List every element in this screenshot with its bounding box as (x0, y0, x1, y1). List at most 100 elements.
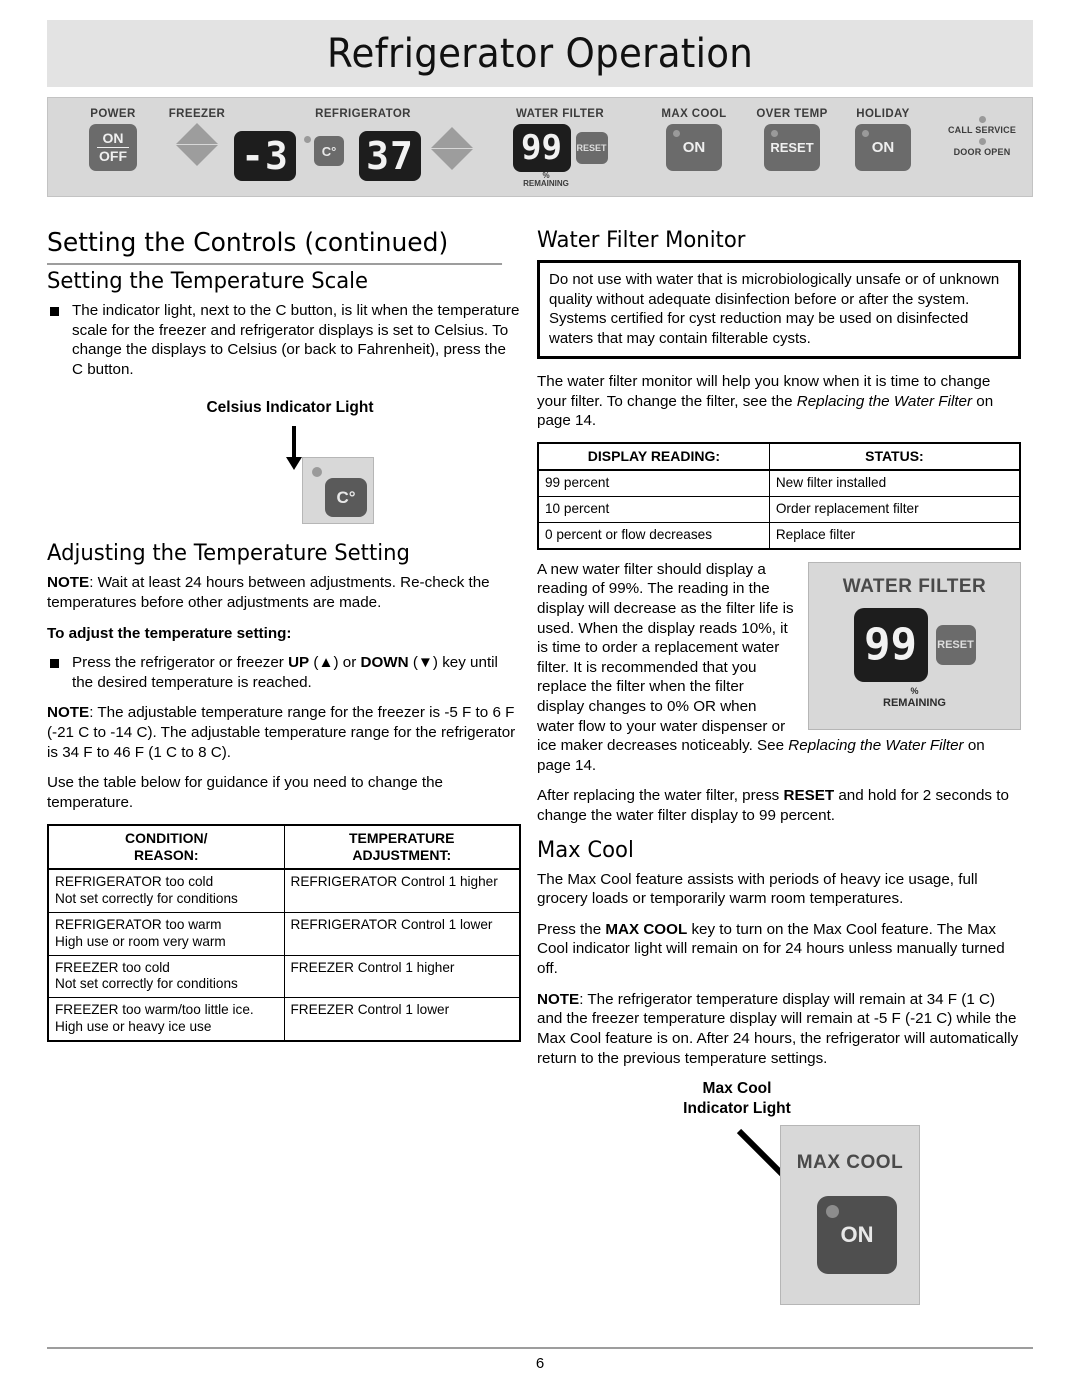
max-cool-label: MAX COOL (661, 108, 727, 120)
water-filter-remaining-text: REMAINING (523, 179, 569, 189)
panel-group-power: POWER ON OFF (70, 108, 156, 171)
refrigerator-arrow-keys (431, 127, 473, 170)
page-title: Refrigerator Operation (326, 30, 754, 77)
mc-figure-caption: Max Cool Indicator Light (637, 1079, 837, 1118)
panel-group-refrigerator-arrows (431, 127, 473, 170)
door-open-label: DOOR OPEN (953, 147, 1011, 157)
power-label: POWER (90, 108, 136, 120)
cell-condition: FREEZER too warm/too little ice. High us… (47, 997, 285, 1042)
condition-text: FREEZER too cold (55, 959, 170, 975)
page-number: 6 (535, 1355, 545, 1372)
over-temp-led-icon (771, 130, 778, 137)
note-text-1: : Wait at least 24 hours between adjustm… (47, 574, 490, 612)
bullet-press-key-text: Press the refrigerator or freezer UP (▲)… (72, 653, 521, 692)
water-filter-display: 99 (512, 124, 571, 172)
power-on-text: ON (102, 130, 124, 147)
bullet-pre-text: Press the refrigerator or freezer (72, 654, 289, 672)
header-condition-reason: CONDITION/ REASON: (47, 824, 285, 871)
table-header-row: CONDITION/ REASON: TEMPERATURE ADJUSTMEN… (47, 824, 521, 871)
freezer-arrow-keys (166, 123, 228, 166)
section-heading-setting-controls: Setting the Controls (continued) (47, 228, 503, 265)
celsius-figure-caption: Celsius Indicator Light (206, 399, 374, 417)
water-filter-reset-button[interactable]: RESET (575, 132, 608, 164)
water-filter-remaining-caption: % REMAINING (462, 171, 630, 189)
heading-max-cool: Max Cool (537, 837, 634, 863)
cell-status: Replace filter (768, 521, 1021, 550)
manual-page: Refrigerator Operation POWER ON OFF FREE… (0, 0, 1080, 1397)
bullet-press-up-down: Press the refrigerator or freezer UP (▲)… (47, 653, 521, 692)
refrigerator-up-arrow-icon[interactable] (431, 127, 473, 148)
paragraph-max-cool-intro: The Max Cool feature assists with period… (537, 870, 978, 908)
panel-group-refrigerator-label: REFRIGERATOR (298, 108, 428, 120)
condition-text: REFRIGERATOR too warm (55, 916, 222, 932)
panel-group-water-filter: WATER FILTER 99 RESET % REMAINING (490, 108, 630, 189)
panel-group-freezer-arrows: FREEZER (166, 108, 228, 166)
cell-status: New filter installed (768, 469, 1021, 498)
header-condition-line1: CONDITION/ (125, 829, 208, 846)
header-temperature-adjustment: TEMPERATURE ADJUSTMENT: (283, 824, 521, 871)
max-cool-button-text: ON (682, 139, 706, 156)
cell-condition: REFRIGERATOR too warm High use or room v… (47, 911, 285, 956)
celsius-toggle-button[interactable]: C° (314, 136, 344, 166)
celsius-button-closeup[interactable]: C° (325, 478, 367, 518)
over-temp-label: OVER TEMP (756, 108, 828, 120)
power-on-off-button[interactable]: ON OFF (89, 124, 137, 171)
heading-water-filter-monitor: Water Filter Monitor (537, 228, 746, 253)
cell-adjustment: REFRIGERATOR Control 1 lower (283, 911, 521, 956)
table-row: FREEZER too cold Not set correctly for c… (47, 954, 521, 999)
table-header-row: DISPLAY READING: STATUS: (537, 442, 1021, 472)
header-display-reading: DISPLAY READING: (537, 442, 770, 472)
reset-key-label: RESET (783, 787, 835, 805)
down-key-label: DOWN (360, 654, 409, 672)
freezer-down-arrow-icon[interactable] (176, 145, 218, 166)
wf-figure-reset-button[interactable]: RESET (935, 624, 976, 665)
holiday-on-button[interactable]: ON (855, 124, 911, 171)
cell-display-reading: 10 percent (537, 496, 770, 523)
wf-figure-remaining-text: REMAINING (883, 696, 946, 709)
mc-figure-on-text: ON (840, 1222, 874, 1248)
max-cool-key-label: MAX COOL (605, 920, 688, 938)
note-label-2: NOTE (47, 704, 90, 722)
note-text-3: : The refrigerator temperature display w… (537, 990, 1019, 1067)
water-filter-display-row: 99 RESET (490, 124, 630, 172)
freezer-temp-display: -3 (234, 131, 296, 181)
wf-intro-italic-ref: Replacing the Water Filter (796, 392, 973, 410)
cell-condition: REFRIGERATOR too cold Not set correctly … (47, 868, 285, 913)
mc-figure-on-button[interactable]: ON (817, 1196, 897, 1275)
freezer-up-arrow-icon[interactable] (176, 123, 218, 144)
call-service-led-icon (978, 116, 986, 123)
mc-caption-line2: Indicator Light (683, 1099, 791, 1117)
wf-figure-title: WATER FILTER (842, 575, 987, 597)
left-column: Setting the Controls (continued) Setting… (47, 228, 521, 1042)
call-service-label: CALL SERVICE (947, 125, 1017, 135)
refrigerator-down-arrow-icon[interactable] (431, 149, 473, 170)
figure-water-filter-panel: WATER FILTER 99 RESET % REMAINING (808, 561, 1021, 730)
control-panel-illustration: POWER ON OFF FREEZER -3 C° REFRIGERATOR (47, 97, 1033, 197)
freezer-label: FREEZER (168, 108, 226, 120)
celsius-indicator-led-icon (304, 136, 311, 143)
over-temp-reset-button[interactable]: RESET (764, 124, 820, 171)
note-label-3: NOTE (537, 990, 580, 1008)
max-cool-on-button[interactable]: ON (666, 124, 722, 171)
paragraph-max-cool-note: NOTE: The refrigerator temperature displ… (537, 990, 1021, 1068)
reason-text: High use or heavy ice use (55, 1019, 212, 1035)
holiday-label: HOLIDAY (856, 108, 910, 120)
paragraph-note-temperature-range: NOTE: The adjustable temperature range f… (47, 703, 521, 762)
panel-group-freezer-display: -3 (234, 131, 296, 181)
panel-group-holiday: HOLIDAY ON (839, 108, 927, 171)
figure-celsius-indicator-light: Celsius Indicator Light C° (47, 399, 521, 529)
bullet-celsius-text: The indicator light, next to the C butto… (72, 302, 520, 378)
bullet-mid-text: (▲) or (309, 654, 361, 672)
bullet-square-icon (50, 307, 59, 316)
footer-divider (47, 1347, 1033, 1349)
holiday-led-icon (862, 130, 869, 137)
page-header: Refrigerator Operation (47, 20, 1033, 87)
header-adjustment-line2: ADJUSTMENT: (352, 846, 452, 863)
mc-figure-title: MAX COOL (796, 1152, 904, 1174)
header-status: STATUS: (768, 442, 1021, 472)
wf-body-a: A new water filter should display a read… (537, 560, 794, 755)
display-reading-status-table: DISPLAY READING: STATUS: 99 percent New … (537, 441, 1021, 550)
water-filter-label: WATER FILTER (515, 108, 605, 120)
led-dot-icon (312, 467, 322, 478)
cell-adjustment: FREEZER Control 1 higher (283, 954, 521, 999)
